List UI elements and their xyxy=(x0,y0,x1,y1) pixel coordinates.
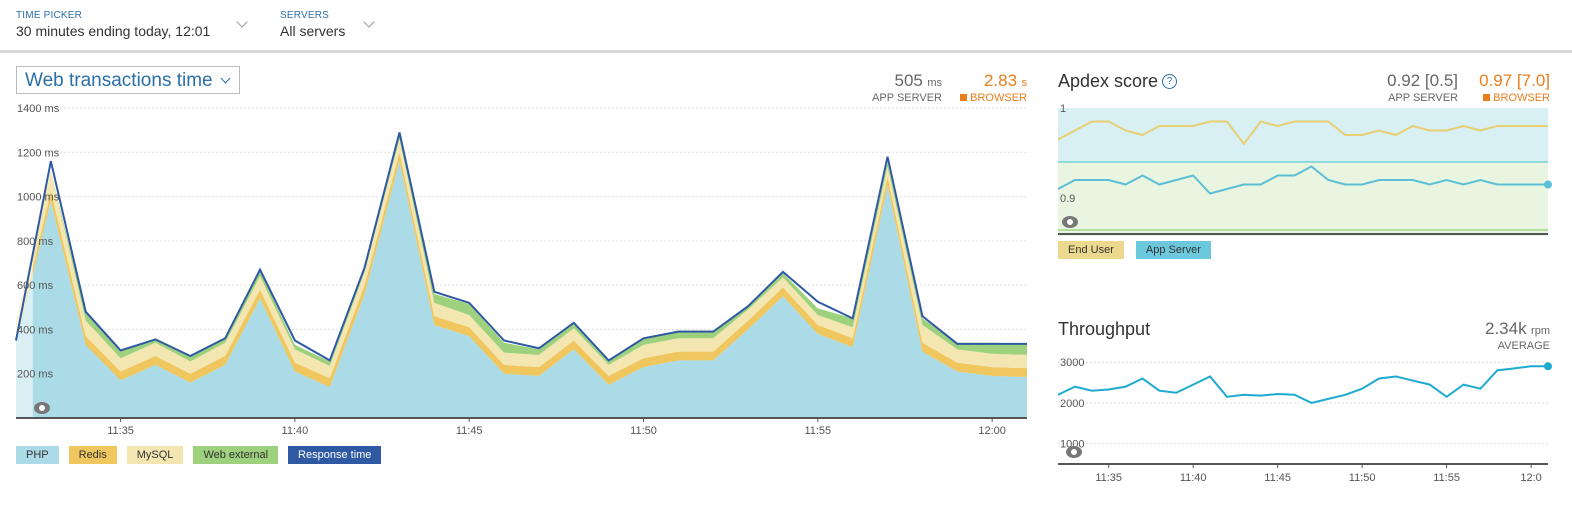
apdex-title: Apdex score? xyxy=(1058,71,1178,92)
apdex-endpoint xyxy=(1544,180,1552,189)
x-tick-label: 12:00 xyxy=(978,425,1006,437)
apdex-chart: 10.9 xyxy=(1057,103,1552,236)
servers-picker[interactable]: SERVERS All servers xyxy=(280,10,375,39)
y-tick-label: 200 ms xyxy=(17,369,54,381)
browser-value: 2.83 xyxy=(983,71,1018,90)
y-tick-label: 2000 xyxy=(1060,398,1084,410)
throughput-unit: rpm xyxy=(1531,325,1550,337)
help-icon[interactable]: ? xyxy=(1162,74,1178,89)
area-php xyxy=(16,161,1027,418)
x-tick-label: 12:0 xyxy=(1520,472,1541,484)
browser-unit: s xyxy=(1021,77,1028,89)
metric-dropdown[interactable]: Web transactions time xyxy=(16,66,240,94)
app-server-unit: ms xyxy=(927,77,942,89)
y-tick-label: 1400 ms xyxy=(17,103,60,115)
eye-icon-pupil xyxy=(39,405,45,411)
time-picker[interactable]: TIME PICKER 30 minutes ending today, 12:… xyxy=(16,10,248,39)
y-tick-label: 3000 xyxy=(1060,357,1084,369)
legend-php[interactable]: PHP xyxy=(16,446,59,464)
y-tick-label: 800 ms xyxy=(17,236,54,248)
x-tick-label: 11:35 xyxy=(1095,472,1122,484)
y-tick-label: 400 ms xyxy=(17,324,54,336)
web-legend: PHP Redis MySQL Web external Response ti… xyxy=(16,446,382,464)
legend-web-external[interactable]: Web external xyxy=(193,446,279,464)
metric-dropdown-label: Web transactions time xyxy=(25,70,213,91)
time-picker-value: 30 minutes ending today, 12:01 xyxy=(16,23,211,39)
app-server-value: 505 xyxy=(894,71,923,90)
legend-response-time[interactable]: Response time xyxy=(288,446,382,464)
apdex-legend: End User App Server xyxy=(1058,241,1211,259)
y-tick-label: 1 xyxy=(1060,103,1066,115)
x-tick-label: 11:40 xyxy=(1180,472,1207,484)
throughput-chart: 30002000100011:35 11:40 11:45 11:50 11:55 12:… xyxy=(1057,357,1552,484)
y-tick-label: 600 ms xyxy=(17,280,54,292)
apdex-band-excellent xyxy=(1058,108,1548,162)
legend-redis[interactable]: Redis xyxy=(68,446,117,464)
apdex-band-good xyxy=(1058,162,1548,236)
apdex-title-text: Apdex score xyxy=(1058,71,1159,91)
servers-value: All servers xyxy=(280,23,346,39)
x-tick-label: 11:50 xyxy=(630,425,657,437)
x-tick-label: 11:45 xyxy=(1264,472,1291,484)
time-picker-label: TIME PICKER xyxy=(16,10,83,21)
legend-mysql[interactable]: MySQL xyxy=(126,446,184,464)
legend-end-user[interactable]: End User xyxy=(1058,241,1124,259)
chevron-down-icon xyxy=(220,73,231,84)
throughput-endpoint xyxy=(1544,362,1552,371)
y-tick-label: 1000 ms xyxy=(17,192,60,204)
chevron-down-icon xyxy=(236,16,248,28)
throughput-value: 2.34k xyxy=(1485,319,1527,338)
x-tick-label: 11:55 xyxy=(1433,472,1460,484)
chevron-down-icon xyxy=(363,16,375,28)
apdex-browser-value: 0.97 [7.0] xyxy=(1479,71,1550,90)
eye-icon-pupil xyxy=(1071,449,1077,455)
top-bar: TIME PICKER 30 minutes ending today, 12:… xyxy=(0,0,1572,53)
web-transactions-chart: 1400 ms 1200 ms 1000 ms 800 ms 600 ms 400 ms 2… xyxy=(15,103,1027,437)
servers-label: SERVERS xyxy=(280,10,330,21)
x-tick-label: 11:35 xyxy=(107,425,134,437)
y-tick-label: 0.9 xyxy=(1060,193,1075,205)
x-tick-label: 11:50 xyxy=(1349,472,1376,484)
x-tick-label: 11:45 xyxy=(456,425,483,437)
throughput-line xyxy=(1057,365,1548,404)
y-tick-label: 1200 ms xyxy=(17,147,60,159)
x-tick-label: 11:40 xyxy=(282,425,309,437)
throughput-title: Throughput xyxy=(1058,319,1151,339)
legend-app-server[interactable]: App Server xyxy=(1135,241,1211,259)
eye-icon-pupil xyxy=(1067,219,1073,225)
x-tick-label: 11:55 xyxy=(804,425,831,437)
apdex-app-server-value: 0.92 [0.5] xyxy=(1387,71,1458,90)
